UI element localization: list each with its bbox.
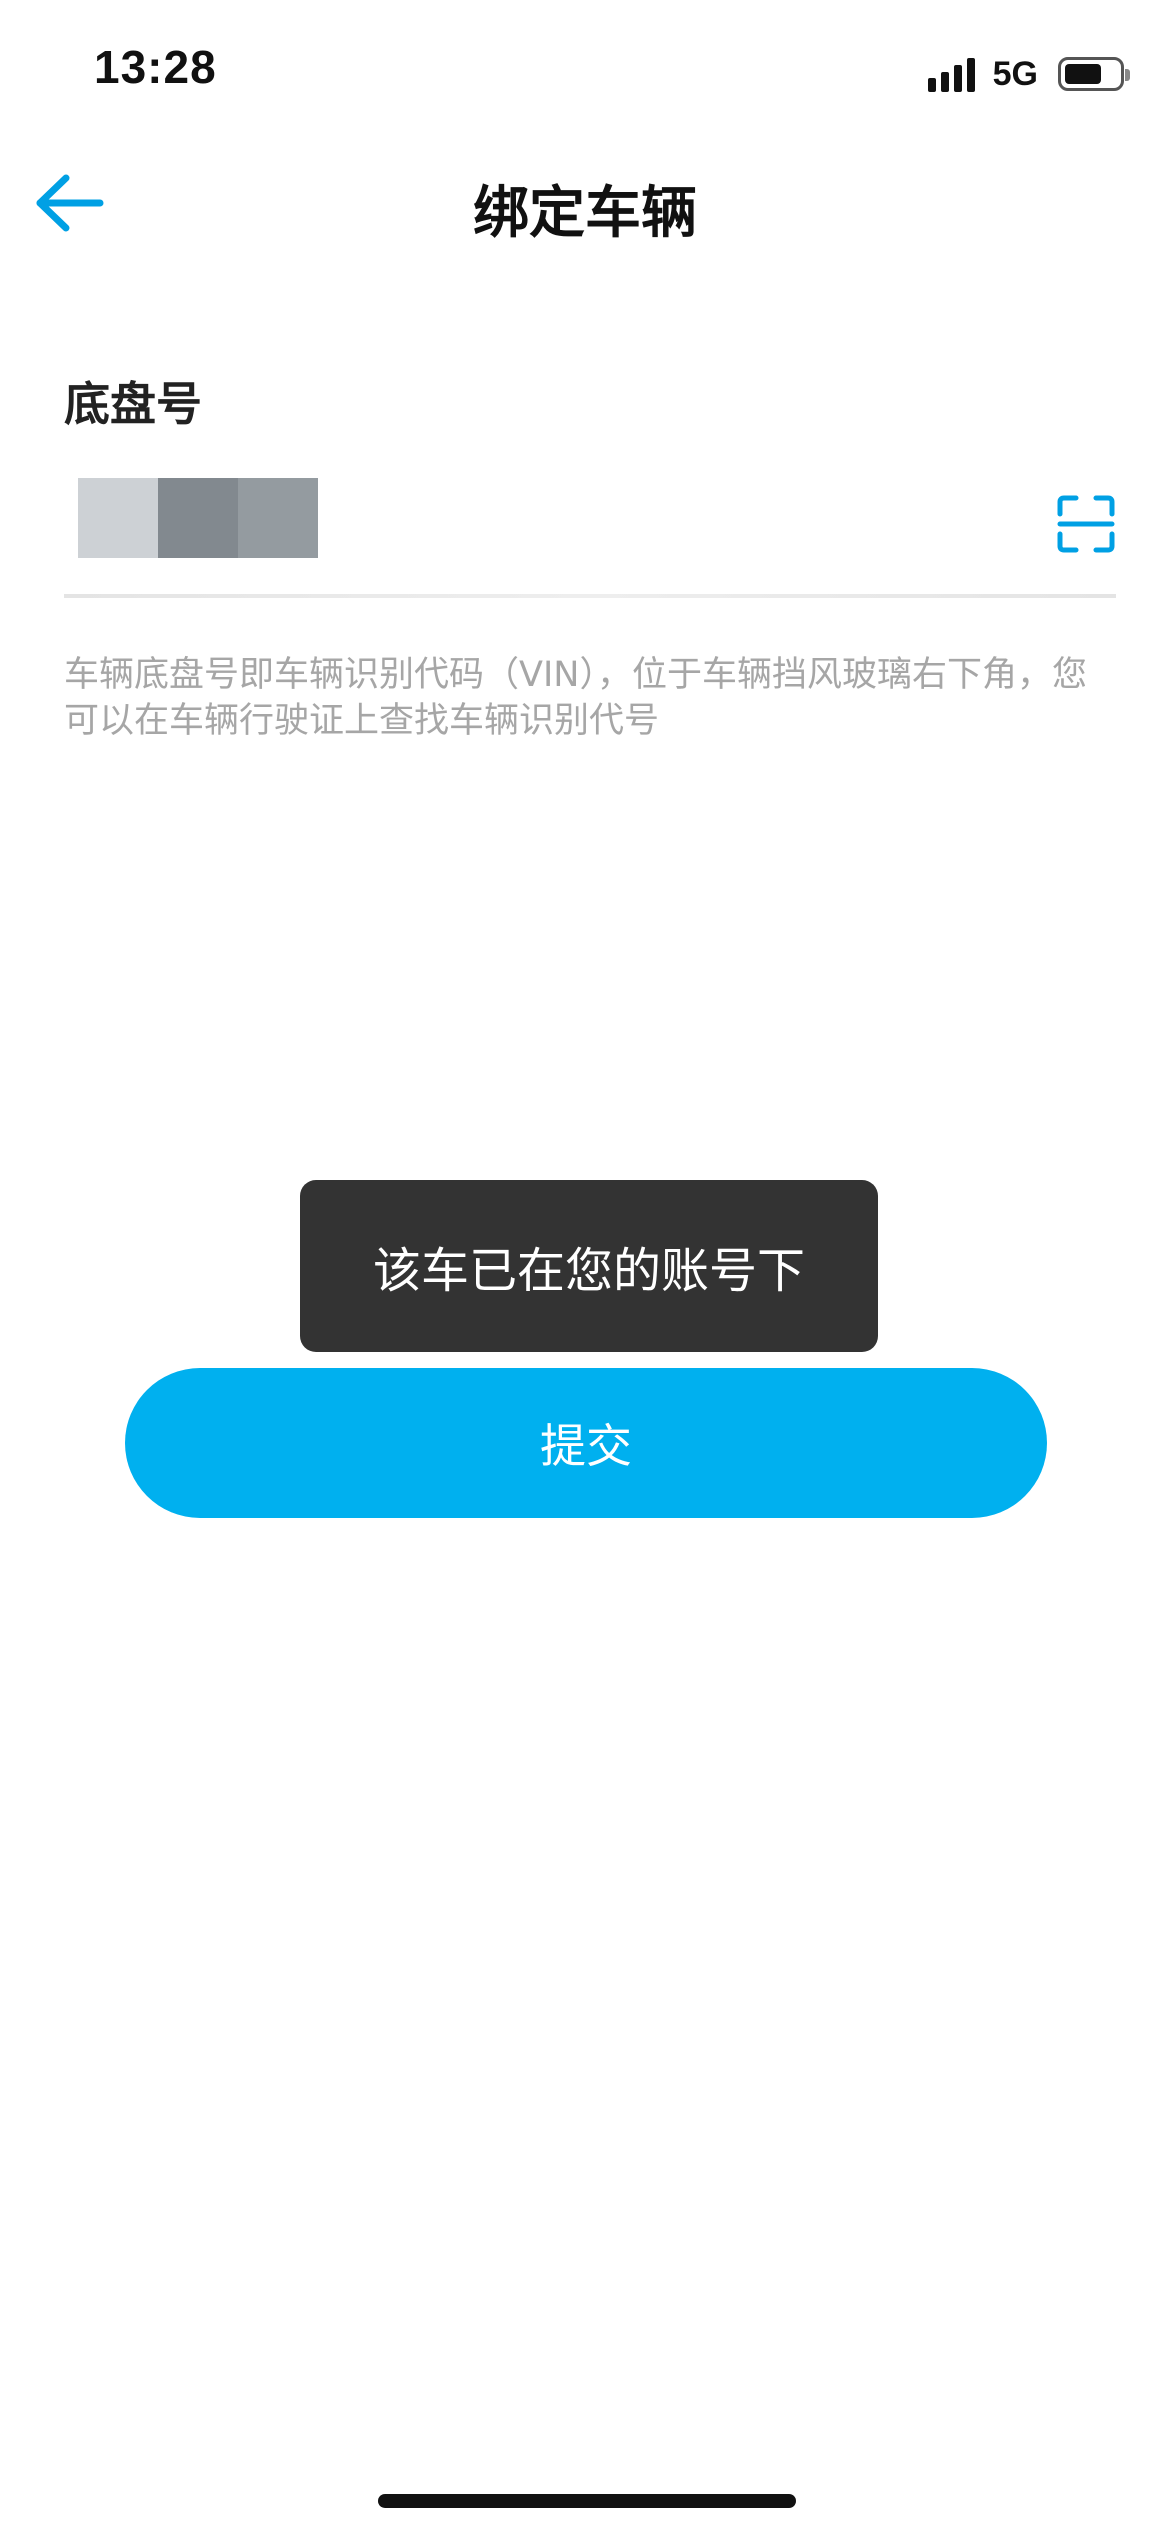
submit-button[interactable]: 提交 [125, 1368, 1047, 1518]
battery-level [1065, 64, 1101, 84]
vin-input[interactable] [64, 460, 1064, 580]
vin-field-label: 底盘号 [64, 377, 202, 431]
vin-hint-text: 车辆底盘号即车辆识别代码（VIN），位于车辆挡风玻璃右下角，您可以在车辆行驶证上… [64, 655, 1087, 741]
battery-icon [1058, 57, 1130, 91]
home-indicator[interactable] [378, 2494, 796, 2508]
page-title: 绑定车辆 [473, 181, 697, 246]
toast-message: 该车已在您的账号下 [300, 1180, 878, 1352]
vin-value-redacted [78, 478, 318, 558]
status-bar: 13:28 5G [0, 0, 1170, 150]
scan-icon [1057, 495, 1115, 553]
signal-icon [927, 56, 975, 92]
network-label: 5G [992, 54, 1038, 93]
scan-button[interactable] [1056, 494, 1116, 554]
input-underline [64, 594, 1116, 598]
status-indicators: 5G [927, 52, 1130, 96]
status-time: 13:28 [94, 41, 217, 93]
